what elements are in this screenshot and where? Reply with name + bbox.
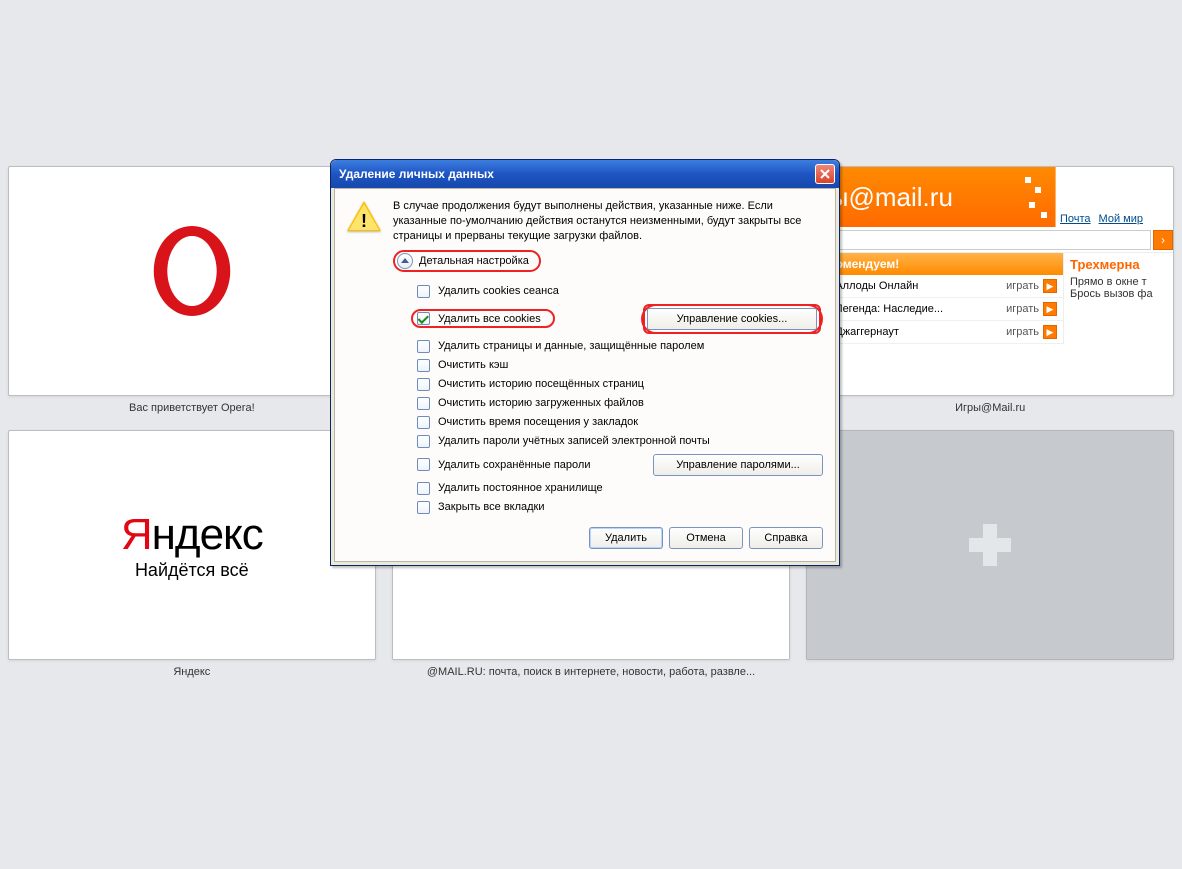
- promo-title: Трехмерна: [1070, 257, 1167, 272]
- help-button[interactable]: Справка: [749, 527, 823, 549]
- checkbox-label: Удалить постоянное хранилище: [438, 482, 603, 494]
- mailru-header: ры@mail.ru КУНГ-ФУ ПАНДА 2 Почта Мой мир: [807, 167, 1173, 227]
- checkbox-label: Удалить cookies сеанса: [438, 285, 559, 297]
- checkbox[interactable]: [417, 501, 430, 514]
- checkbox-label: Очистить кэш: [438, 359, 508, 371]
- game-item[interactable]: Аллоды Онлайн играть▶: [807, 275, 1063, 298]
- option-close-all-tabs: Закрыть все вкладки: [417, 498, 823, 517]
- yandex-logo: Яндекс: [121, 510, 263, 560]
- checkbox-label: Удалить сохранённые пароли: [438, 459, 590, 471]
- speeddial-tile-yandex[interactable]: Яндекс Найдётся всё Яндекс: [0, 422, 384, 686]
- checkbox[interactable]: [417, 378, 430, 391]
- promo-text: Брось вызов фа: [1070, 288, 1167, 300]
- game-title: Джаггернаут: [835, 326, 899, 338]
- thumbnail: Яндекс Найдётся всё: [8, 430, 376, 660]
- chevron-up-icon: [397, 253, 413, 269]
- play-link[interactable]: играть▶: [1006, 279, 1057, 293]
- checkbox[interactable]: [417, 458, 430, 471]
- thumbnail[interactable]: [806, 430, 1174, 660]
- option-delete-session-cookies: Удалить cookies сеанса: [417, 282, 823, 301]
- option-delete-saved-passwords: Удалить сохранённые пароли Управление па…: [417, 451, 823, 479]
- tile-caption: Вас приветствует Opera!: [129, 402, 255, 414]
- speeddial-tile-mailru-games[interactable]: ры@mail.ru КУНГ-ФУ ПАНДА 2 Почта Мой мир…: [798, 158, 1182, 422]
- tile-caption: Игры@Mail.ru: [955, 402, 1025, 414]
- speeddial-tile-opera[interactable]: Вас приветствует Opera!: [0, 158, 384, 422]
- recommend-header: Рекомендуем!: [807, 253, 1063, 275]
- search-input[interactable]: [807, 230, 1151, 250]
- option-clear-bookmark-times: Очистить время посещения у закладок: [417, 413, 823, 432]
- delete-private-data-dialog: Удаление личных данных ! В случае продол…: [330, 159, 840, 566]
- checkbox-label: Очистить историю посещённых страниц: [438, 378, 644, 390]
- checkbox-label: Удалить пароли учётных записей электронн…: [438, 435, 710, 447]
- search-go-button[interactable]: ›: [1153, 230, 1173, 250]
- manage-cookies-button[interactable]: Управление cookies...: [647, 308, 817, 330]
- nav-mail-link[interactable]: Почта: [1060, 213, 1091, 225]
- option-clear-downloads-history: Очистить историю загруженных файлов: [417, 394, 823, 413]
- close-icon: [820, 169, 830, 179]
- checkbox[interactable]: [417, 482, 430, 495]
- promo-text: Прямо в окне т: [1070, 276, 1167, 288]
- yandex-tagline: Найдётся всё: [121, 560, 263, 581]
- thumbnail: ры@mail.ru КУНГ-ФУ ПАНДА 2 Почта Мой мир…: [806, 166, 1174, 396]
- checkbox[interactable]: [417, 435, 430, 448]
- game-title: Аллоды Онлайн: [835, 280, 918, 292]
- manage-passwords-button[interactable]: Управление паролями...: [653, 454, 823, 476]
- nav-world-link[interactable]: Мой мир: [1099, 213, 1143, 225]
- checkbox[interactable]: [417, 397, 430, 410]
- checkbox[interactable]: [417, 285, 430, 298]
- cancel-button[interactable]: Отмена: [669, 527, 743, 549]
- option-delete-protected-pages: Удалить страницы и данные, защищённые па…: [417, 337, 823, 356]
- toggle-label: Детальная настройка: [419, 255, 529, 267]
- warning-icon: !: [347, 201, 381, 231]
- opera-icon: [154, 226, 231, 316]
- play-link[interactable]: играть▶: [1006, 302, 1057, 316]
- close-button[interactable]: [815, 164, 835, 184]
- checkbox-label: Удалить все cookies: [438, 313, 541, 325]
- checkbox-label: Очистить историю загруженных файлов: [438, 397, 644, 409]
- game-item[interactable]: Джаггернаут играть▶: [807, 321, 1063, 344]
- tile-caption: Яндекс: [173, 666, 210, 678]
- option-delete-email-passwords: Удалить пароли учётных записей электронн…: [417, 432, 823, 451]
- pixel-decoration: [1025, 167, 1053, 227]
- delete-button[interactable]: Удалить: [589, 527, 663, 549]
- checkbox-label: Удалить страницы и данные, защищённые па…: [438, 340, 704, 352]
- checkbox-list: Удалить cookies сеанса Удалить все cooki…: [417, 282, 823, 517]
- detailed-settings-toggle[interactable]: Детальная настройка: [393, 250, 541, 272]
- dialog-titlebar[interactable]: Удаление личных данных: [331, 160, 839, 188]
- mailru-search-bar: ›: [807, 227, 1173, 253]
- dialog-title: Удаление личных данных: [339, 167, 494, 181]
- option-clear-cache: Очистить кэш: [417, 356, 823, 375]
- dialog-message: В случае продолжения будут выполнены дей…: [393, 199, 823, 244]
- option-clear-history: Очистить историю посещённых страниц: [417, 375, 823, 394]
- checkbox[interactable]: [417, 340, 430, 353]
- option-delete-all-cookies: Удалить все cookies Управление cookies..…: [417, 301, 823, 337]
- speeddial-add-tile[interactable]: [798, 422, 1182, 686]
- game-title: Легенда: Наследие...: [835, 303, 943, 315]
- checkbox-label: Очистить время посещения у закладок: [438, 416, 638, 428]
- tile-caption: @MAIL.RU: почта, поиск в интернете, ново…: [427, 666, 755, 678]
- thumbnail: [8, 166, 376, 396]
- checkbox[interactable]: [417, 416, 430, 429]
- game-item[interactable]: Легенда: Наследие... играть▶: [807, 298, 1063, 321]
- plus-icon: [969, 524, 1011, 566]
- checkbox[interactable]: [417, 359, 430, 372]
- checkbox-label: Закрыть все вкладки: [438, 501, 545, 513]
- promo-panel: Трехмерна Прямо в окне т Брось вызов фа: [1063, 253, 1173, 344]
- play-link[interactable]: играть▶: [1006, 325, 1057, 339]
- mailru-nav: Почта Мой мир: [1055, 167, 1173, 227]
- checkbox[interactable]: [417, 312, 430, 325]
- option-delete-persistent-storage: Удалить постоянное хранилище: [417, 479, 823, 498]
